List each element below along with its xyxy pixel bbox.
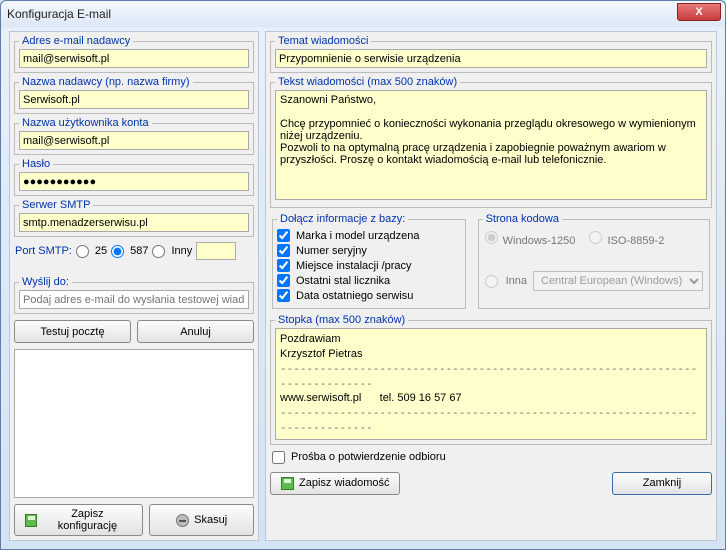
cancel-button[interactable]: Anuluj [137,320,254,343]
body-textarea[interactable] [275,90,707,200]
codepage-other-label: Inna [506,275,527,287]
titlebar: Konfiguracja E-mail X [1,1,725,27]
port-25-radio[interactable] [76,245,89,258]
subject-legend: Temat wiadomości [275,35,371,47]
include-group: Dołącz informacje z bazy: Marka i model … [272,213,466,309]
window-title: Konfiguracja E-mail [7,7,111,21]
close-button[interactable]: Zamknij [612,472,712,495]
include-lastservice-label: Data ostatniego serwisu [296,290,413,302]
footer-line-1: Pozdrawiam [280,332,702,347]
port-other-radio[interactable] [152,245,165,258]
username-legend: Nazwa użytkownika konta [19,117,152,129]
port-25-label: 25 [95,245,107,257]
include-location-label: Miejsce instalacji /pracy [296,260,412,272]
body-group: Tekst wiadomości (max 500 znaków) [270,76,712,208]
subject-group: Temat wiadomości [270,35,712,73]
footer-line-2: Krzysztof Pietras [280,347,702,362]
content-area: Adres e-mail nadawcy Nazwa nadawcy (np. … [1,27,725,549]
include-location-checkbox[interactable] [277,259,290,272]
left-bottom-buttons: Zapisz konfigurację Skasuj [14,504,254,536]
username-input[interactable] [19,131,249,150]
footer-line-3: www.serwisoft.pl tel. 509 16 57 67 [280,391,702,406]
codepage-iso-radio[interactable] [589,231,602,244]
footer-group: Stopka (max 500 znaków) Pozdrawiam Krzys… [270,314,712,445]
email-config-window: Konfiguracja E-mail X Adres e-mail nadaw… [0,0,726,550]
save-icon [25,514,37,527]
smtp-input[interactable] [19,213,249,232]
footer-dash-1: ----------------------------------------… [280,362,702,392]
include-counter-checkbox[interactable] [277,274,290,287]
codepage-group: Strona kodowa Windows-1250 ISO-8859-2 In… [478,213,710,309]
sender-name-input[interactable] [19,90,249,109]
port-label: Port SMTP: [15,245,72,257]
body-legend: Tekst wiadomości (max 500 znaków) [275,76,460,88]
right-bottom-buttons: Zapisz wiadomość Zamknij [270,472,712,495]
codepage-other-radio[interactable] [485,275,498,288]
sender-name-legend: Nazwa nadawcy (np. nazwa firmy) [19,76,193,88]
include-serial-label: Numer seryjny [296,245,367,257]
include-lastservice-checkbox[interactable] [277,289,290,302]
footer-dash-2: ----------------------------------------… [280,406,702,436]
codepage-iso-label: ISO-8859-2 [607,235,664,247]
port-row: Port SMTP: 25 587 Inny [15,242,253,260]
test-mail-button[interactable]: Testuj pocztę [14,320,131,343]
password-legend: Hasło [19,158,53,170]
mid-row: Dołącz informacje z bazy: Marka i model … [270,212,712,311]
smtp-legend: Serwer SMTP [19,199,93,211]
port-other-label: Inny [171,245,192,257]
password-input[interactable] [19,172,249,191]
log-output [14,349,254,498]
codepage-combo[interactable]: Central European (Windows) [533,271,703,291]
include-brand-checkbox[interactable] [277,229,290,242]
port-other-input[interactable] [196,242,236,260]
sendto-group: Wyślij do: [14,276,254,314]
right-pane: Temat wiadomości Tekst wiadomości (max 5… [265,31,717,541]
left-pane: Adres e-mail nadawcy Nazwa nadawcy (np. … [9,31,259,541]
smtp-group: Serwer SMTP [14,199,254,237]
sender-email-input[interactable] [19,49,249,68]
close-icon[interactable]: X [677,3,721,21]
sendto-input[interactable] [19,290,249,309]
include-counter-label: Ostatni stal licznika [296,275,390,287]
sender-name-group: Nazwa nadawcy (np. nazwa firmy) [14,76,254,114]
include-brand-label: Marka i model urządzena [296,230,420,242]
sender-email-legend: Adres e-mail nadawcy [19,35,133,47]
subject-input[interactable] [275,49,707,68]
password-group: Hasło [14,158,254,196]
confirm-receipt-label: Prośba o potwierdzenie odbioru [291,451,446,463]
save-config-button[interactable]: Zapisz konfigurację [14,504,143,536]
sender-email-group: Adres e-mail nadawcy [14,35,254,73]
save-message-button[interactable]: Zapisz wiadomość [270,472,400,495]
test-cancel-row: Testuj pocztę Anuluj [14,320,254,343]
sendto-legend: Wyślij do: [19,276,72,288]
save-icon [281,477,294,490]
codepage-win1250-label: Windows-1250 [503,235,576,247]
port-587-label: 587 [130,245,148,257]
discard-icon [176,514,189,527]
codepage-legend: Strona kodowa [483,213,562,225]
footer-legend: Stopka (max 500 znaków) [275,314,408,326]
include-legend: Dołącz informacje z bazy: [277,213,408,225]
username-group: Nazwa użytkownika konta [14,117,254,155]
confirm-receipt-checkbox[interactable] [272,451,285,464]
discard-button[interactable]: Skasuj [149,504,254,536]
port-587-radio[interactable] [111,245,124,258]
confirm-row: Prośba o potwierdzenie odbioru [272,451,710,464]
codepage-win1250-radio[interactable] [485,231,498,244]
include-serial-checkbox[interactable] [277,244,290,257]
footer-textarea[interactable]: Pozdrawiam Krzysztof Pietras -----------… [275,328,707,440]
